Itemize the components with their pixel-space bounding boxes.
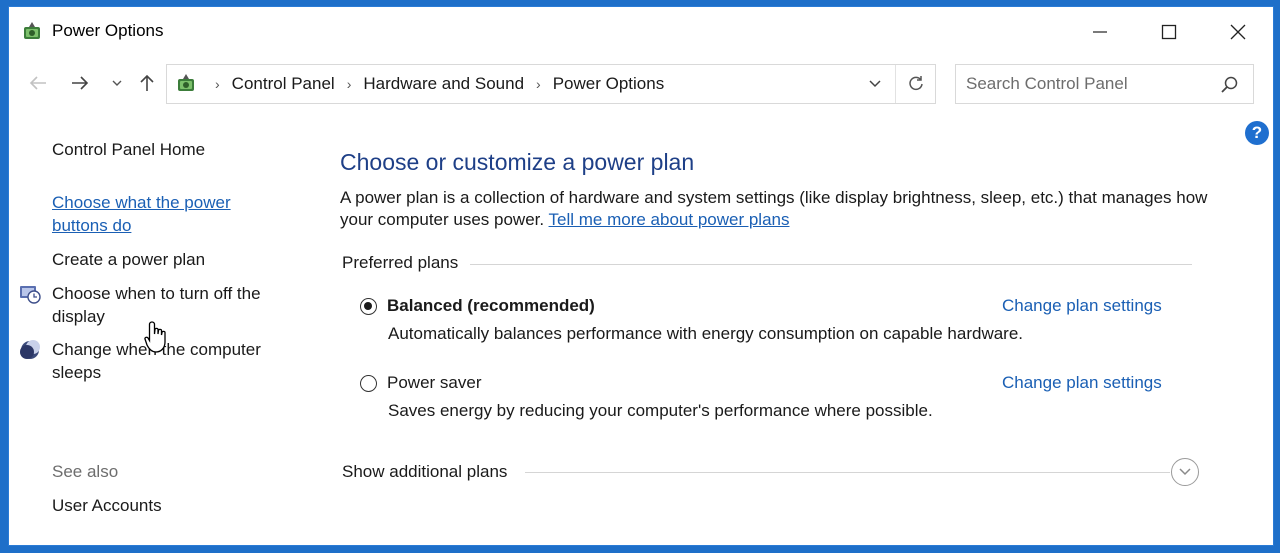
- see-also-heading: See also: [52, 462, 119, 481]
- sidebar: Control Panel Home Choose what the power…: [9, 107, 309, 547]
- sidebar-item-label: Choose what the power: [52, 193, 231, 212]
- minimize-icon: [1093, 31, 1107, 33]
- breadcrumb-separator-icon[interactable]: ›: [536, 76, 541, 92]
- arrow-up-icon: [140, 74, 154, 91]
- page-description: A power plan is a collection of hardware…: [340, 187, 1210, 231]
- refresh-icon: [909, 76, 923, 91]
- sidebar-item-label: buttons do: [52, 216, 132, 235]
- breadcrumb-separator-icon[interactable]: ›: [215, 76, 220, 92]
- help-button[interactable]: ?: [1245, 121, 1269, 145]
- close-button[interactable]: [1215, 15, 1261, 49]
- address-dropdown-button[interactable]: [857, 65, 893, 103]
- page-title: Choose or customize a power plan: [340, 149, 695, 175]
- sidebar-item-create-power-plan[interactable]: Create a power plan: [52, 248, 205, 271]
- plan-name[interactable]: Power saver: [387, 373, 481, 393]
- breadcrumb-separator-icon[interactable]: ›: [347, 76, 352, 92]
- maximize-icon: [1161, 24, 1177, 40]
- up-button[interactable]: [133, 71, 161, 95]
- plan-radio-balanced[interactable]: [360, 298, 377, 315]
- power-options-icon: [178, 74, 194, 91]
- minimize-button[interactable]: [1077, 15, 1123, 49]
- change-plan-settings-link[interactable]: Change plan settings: [1002, 296, 1162, 316]
- maximize-button[interactable]: [1146, 15, 1192, 49]
- sidebar-item-label: Choose when to turn off the: [52, 284, 261, 303]
- navigation-bar: › Control Panel › Hardware and Sound › P…: [9, 61, 1273, 107]
- sidebar-item-label: sleeps: [52, 363, 102, 382]
- preferred-plans-heading: Preferred plans: [342, 253, 471, 273]
- moon-icon: [20, 340, 40, 359]
- tell-me-more-link[interactable]: Tell me more about power plans: [549, 210, 790, 229]
- show-additional-plans-label[interactable]: Show additional plans: [342, 462, 518, 482]
- chevron-down-icon: [112, 80, 122, 86]
- display-timer-icon: [20, 286, 41, 304]
- breadcrumb-control-panel[interactable]: Control Panel: [232, 74, 335, 94]
- plan-description: Saves energy by reducing your computer's…: [388, 401, 933, 420]
- power-options-icon: [24, 22, 40, 39]
- breadcrumb: › Control Panel › Hardware and Sound › P…: [203, 65, 664, 103]
- expand-additional-plans-button[interactable]: [1171, 458, 1199, 486]
- recent-locations-button[interactable]: [107, 71, 127, 95]
- plan-name[interactable]: Balanced (recommended): [387, 296, 595, 316]
- search-box[interactable]: [955, 64, 1254, 104]
- sidebar-item-control-panel-home[interactable]: Control Panel Home: [52, 138, 205, 161]
- section-divider: [470, 264, 1192, 265]
- search-input[interactable]: [966, 71, 1216, 97]
- section-divider: [525, 472, 1170, 473]
- chevron-down-circle-icon: [1179, 468, 1191, 476]
- arrow-left-icon: [29, 76, 46, 90]
- title-bar[interactable]: Power Options: [9, 7, 1273, 57]
- search-icon[interactable]: [1220, 75, 1240, 95]
- sidebar-item-choose-power-buttons[interactable]: Choose what the power buttons do: [52, 191, 231, 237]
- plan-radio-power-saver[interactable]: [360, 375, 377, 392]
- breadcrumb-hardware-and-sound[interactable]: Hardware and Sound: [363, 74, 524, 94]
- sidebar-item-user-accounts[interactable]: User Accounts: [52, 494, 162, 517]
- breadcrumb-power-options[interactable]: Power Options: [553, 74, 665, 94]
- forward-button[interactable]: [65, 71, 95, 95]
- plan-description: Automatically balances performance with …: [388, 324, 1024, 343]
- power-options-window: Power Options › Control Panel › Hardware…: [8, 6, 1274, 546]
- address-bar[interactable]: › Control Panel › Hardware and Sound › P…: [166, 64, 936, 104]
- change-plan-settings-link[interactable]: Change plan settings: [1002, 373, 1162, 393]
- refresh-button[interactable]: [895, 65, 936, 103]
- close-icon: [1230, 24, 1246, 40]
- arrow-right-icon: [72, 76, 89, 90]
- back-button[interactable]: [23, 71, 53, 95]
- window-title: Power Options: [52, 21, 164, 40]
- sidebar-item-label: display: [52, 307, 105, 326]
- chevron-down-icon: [869, 80, 881, 88]
- hand-cursor-icon: [144, 321, 166, 353]
